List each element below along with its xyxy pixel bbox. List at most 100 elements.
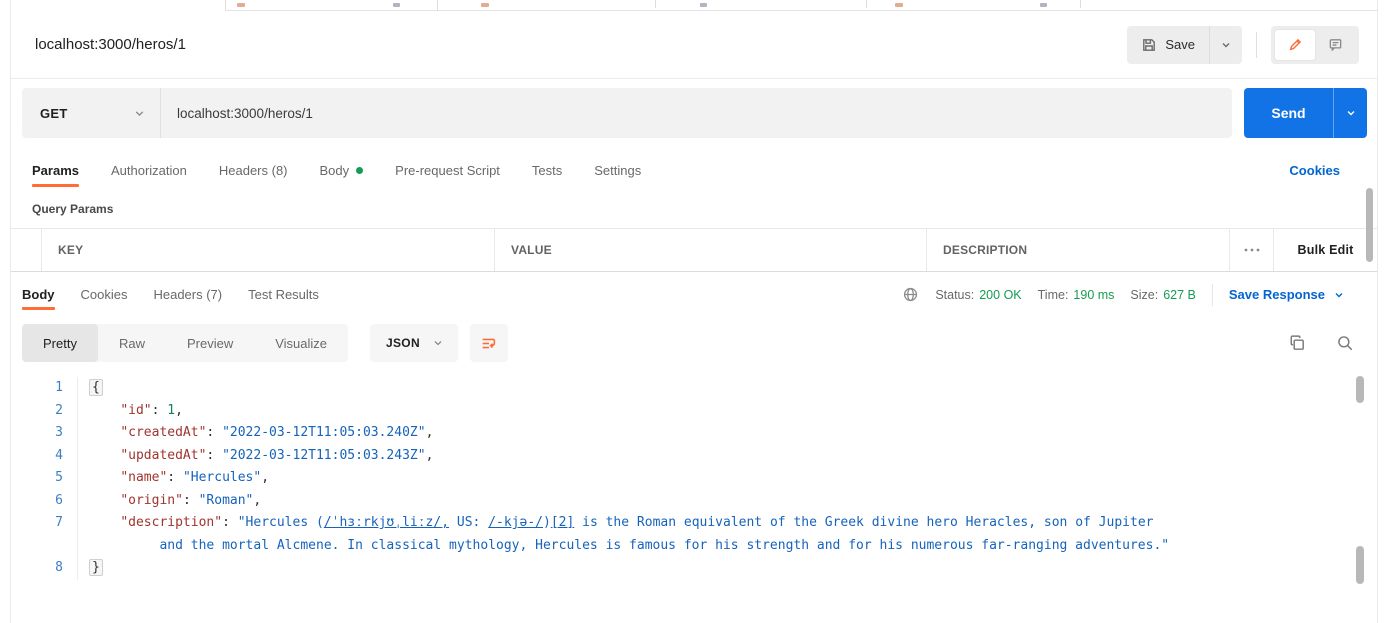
view-tab-visualize[interactable]: Visualize [254,324,348,362]
tab-icon-speck [700,3,707,7]
format-label: JSON [386,336,420,350]
right-pane-border [1377,0,1378,623]
tab-body[interactable]: Body [320,150,364,190]
view-mode-group: Pretty Raw Preview Visualize [22,324,349,362]
comment-icon [1328,37,1343,52]
tab-tests[interactable]: Tests [532,150,562,190]
tab-authorization[interactable]: Authorization [111,150,187,190]
request-title: localhost:3000/heros/1 [35,36,186,53]
request-header: localhost:3000/heros/1 Save [11,11,1377,79]
save-options-button[interactable] [1209,25,1242,64]
code-rows: 1{2 "id": 1, 3 "createdAt": "2022-03-12T1… [11,377,1351,580]
response-scrollbar-thumb-bottom[interactable] [1356,546,1364,584]
tab-method-speck [481,3,489,7]
column-header-value: VALUE [494,229,926,271]
tab-separator [1080,0,1081,8]
code-line: 2 "id": 1, [11,399,1351,422]
header-actions: Save [1127,25,1359,64]
chevron-down-icon [1333,289,1345,301]
request-pane-scrollbar[interactable] [1366,188,1373,262]
tab-separator [437,0,438,10]
chevron-down-icon [1345,107,1357,119]
tab-method-speck [895,3,903,7]
tab-method-speck [237,3,245,7]
tab-edge [225,0,226,10]
network-globe-icon[interactable] [902,286,919,303]
tab-params[interactable]: Params [32,150,79,190]
meta-separator [1211,283,1213,306]
toolbar-right-icons [1288,334,1354,352]
method-label: GET [40,105,68,121]
response-scrollbar-thumb-top[interactable] [1356,376,1364,403]
url-field [160,88,1232,138]
response-meta: Status: 200 OK Time: 190 ms Size: 627 B … [902,283,1345,306]
params-more-options-button[interactable] [1229,229,1273,271]
line-number: 7 [11,512,78,535]
tab-icon-speck [393,3,400,7]
column-header-key: KEY [41,229,494,271]
save-button[interactable]: Save [1127,26,1209,64]
rename-request-button[interactable] [1275,29,1315,60]
chevron-down-icon [133,107,146,120]
chevron-down-icon [1220,39,1232,51]
line-number: 2 [11,399,78,422]
bulk-edit-button[interactable]: Bulk Edit [1273,229,1377,271]
cookies-link[interactable]: Cookies [1289,163,1340,178]
line-number: 3 [11,422,78,445]
code-line: 4 "updatedAt": "2022-03-12T11:05:03.243Z… [11,444,1351,467]
save-icon [1141,37,1157,53]
url-bar: GET Send [22,88,1367,138]
view-tab-pretty[interactable]: Pretty [22,324,98,362]
response-tab-test-results[interactable]: Test Results [248,276,319,313]
tab-pre-request-script[interactable]: Pre-request Script [395,150,500,190]
workspace-tab-strip[interactable] [11,0,1377,11]
column-header-description: DESCRIPTION [926,229,1229,271]
tab-separator [866,0,867,8]
send-button[interactable]: Send [1244,88,1333,138]
response-tabs: Body Cookies Headers (7) Test Results St… [11,276,1377,313]
wrap-lines-icon [480,335,497,352]
response-tab-headers[interactable]: Headers (7) [153,276,222,313]
response-view-toolbar: Pretty Raw Preview Visualize JSON [22,322,1354,364]
view-tab-raw[interactable]: Raw [98,324,166,362]
response-tab-cookies[interactable]: Cookies [81,276,128,313]
copy-response-button[interactable] [1288,334,1306,352]
save-button-label: Save [1165,37,1195,52]
size-badge: Size: 627 B [1130,287,1196,302]
tab-headers[interactable]: Headers (8) [219,150,288,190]
line-number: 6 [11,489,78,512]
code-line: 3 "createdAt": "2022-03-12T11:05:03.240Z… [11,422,1351,445]
line-number: 8 [11,557,78,580]
header-separator [1256,31,1257,58]
comments-button[interactable] [1315,30,1355,60]
param-handle-column [11,229,41,271]
url-input[interactable] [161,105,1232,121]
chevron-down-icon [432,337,444,349]
line-number [11,534,78,557]
response-tab-body[interactable]: Body [22,276,55,313]
status-badge: Status: 200 OK [935,287,1022,302]
edit-comment-group [1271,25,1359,64]
save-button-group: Save [1127,25,1242,64]
code-line: 5 "name": "Hercules", [11,467,1351,490]
line-number: 5 [11,467,78,490]
tab-icon-speck [1040,3,1047,7]
code-line: 7 "description": "Hercules (/ˈhɜːrkjʊˌli… [11,512,1351,535]
pencil-icon [1288,37,1303,52]
search-response-button[interactable] [1336,334,1354,352]
view-tab-preview[interactable]: Preview [166,324,254,362]
send-options-button[interactable] [1333,88,1367,138]
code-line: 1{ [11,377,1351,400]
wrap-lines-button[interactable] [469,324,508,362]
send-button-group: Send [1244,88,1367,138]
method-select[interactable]: GET [22,88,160,138]
format-select[interactable]: JSON [370,324,458,362]
code-line: 6 "origin": "Roman", [11,489,1351,512]
line-number: 1 [11,377,78,400]
tab-settings[interactable]: Settings [594,150,641,190]
save-response-button[interactable]: Save Response [1229,287,1345,302]
more-options-icon [1243,246,1261,254]
response-body-viewer[interactable]: 1{2 "id": 1, 3 "createdAt": "2022-03-12T1… [11,372,1351,580]
query-params-title: Query Params [32,202,114,216]
line-number: 4 [11,444,78,467]
